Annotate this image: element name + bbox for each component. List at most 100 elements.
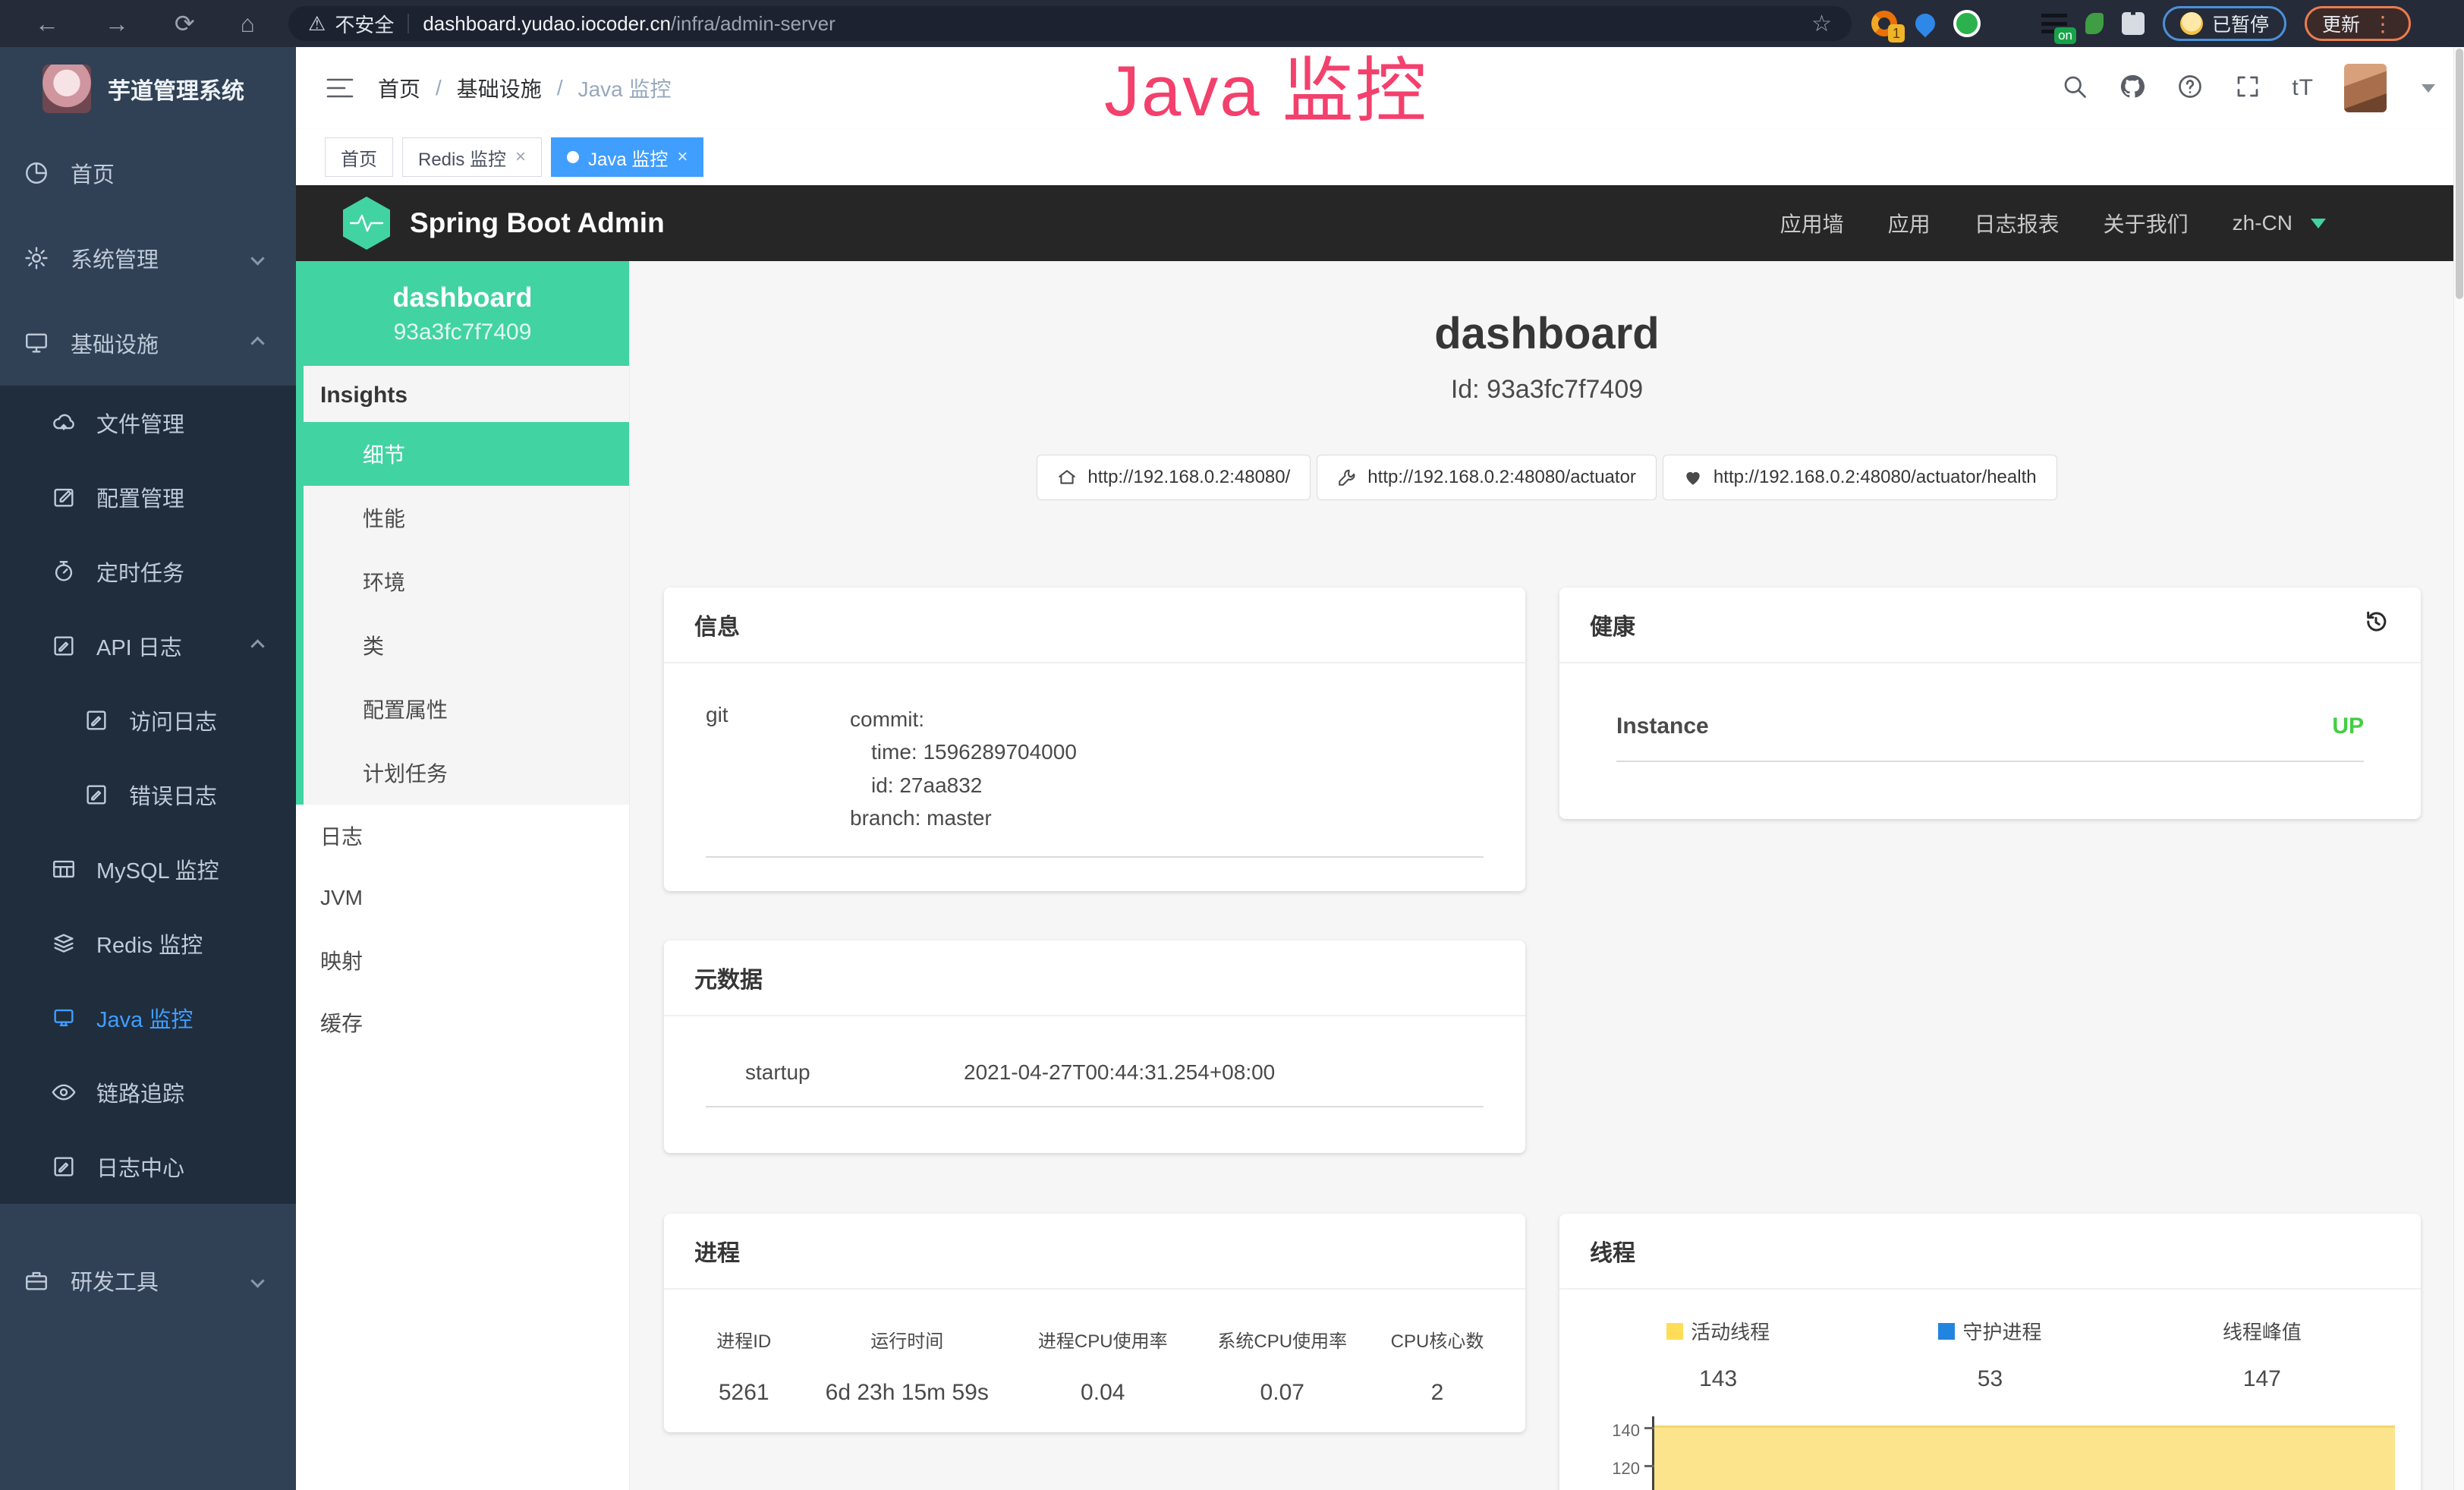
close-icon[interactable]: × (515, 146, 526, 168)
peak-threads-label: 线程峰值 (2223, 1317, 2302, 1345)
breadcrumb-home[interactable]: 首页 (378, 73, 420, 103)
sba-item-details[interactable]: 细节 (304, 422, 629, 486)
sidebar-item-api-log[interactable]: API 日志 (0, 609, 296, 683)
sba-item-mappings[interactable]: 映射 (296, 929, 629, 991)
user-avatar[interactable] (2344, 64, 2387, 112)
metadata-card-title: 元数据 (664, 940, 1525, 1016)
threads-legend: 活动线程 守护进程 线程峰值 (1582, 1317, 2398, 1345)
infra-submenu: 文件管理 配置管理 定时任务 API 日志 访问日志 错误日志 (0, 386, 296, 1204)
process-card-title: 进程 (664, 1214, 1525, 1290)
sidebar-item-dev-tools[interactable]: 研发工具 (0, 1238, 296, 1323)
home-icon[interactable]: ⌂ (241, 10, 255, 38)
sba-item-caches[interactable]: 缓存 (296, 991, 629, 1054)
chevron-down-icon (250, 251, 264, 265)
reload-icon[interactable]: ⟳ (175, 9, 195, 38)
sba-nav-wall[interactable]: 应用墙 (1780, 208, 1844, 238)
puzzle-extension-icon[interactable] (2122, 12, 2145, 35)
sidebar-item-system[interactable]: 系统管理 (0, 216, 296, 301)
sidebar-item-log-center[interactable]: 日志中心 (0, 1129, 296, 1204)
row-divider (1616, 761, 2364, 762)
spring-boot-admin-logo[interactable] (343, 197, 390, 250)
sidebar-item-home[interactable]: 首页 (0, 131, 296, 216)
sidebar-item-trace[interactable]: 链路追踪 (0, 1055, 296, 1129)
leaf-extension-icon[interactable] (2085, 13, 2104, 34)
metadata-row-label: startup (706, 1060, 964, 1085)
fullscreen-icon[interactable] (2234, 73, 2261, 104)
sba-item-jvm[interactable]: JVM (296, 867, 629, 929)
browser-menu-icon[interactable]: ⋮ (2372, 11, 2393, 36)
history-icon[interactable] (2362, 607, 2390, 642)
chevron-up-icon (250, 336, 264, 350)
green-circle-extension-icon[interactable] (1953, 10, 1981, 37)
sidebar-item-access-log[interactable]: 访问日志 (0, 683, 296, 758)
health-url-link[interactable]: http://192.168.0.2:48080/actuator/health (1663, 455, 2057, 500)
sidebar-item-infra[interactable]: 基础设施 (0, 301, 296, 386)
search-icon[interactable] (2061, 73, 2088, 104)
sidebar-item-mysql[interactable]: MySQL 监控 (0, 832, 296, 906)
sidebar-item-file[interactable]: 文件管理 (0, 386, 296, 460)
paused-badge[interactable]: 已暂停 (2163, 6, 2286, 41)
address-bar[interactable]: ⚠ 不安全 dashboard.yudao.iocoder.cn /infra/… (288, 6, 1852, 41)
language-caret-icon[interactable] (2311, 219, 2326, 228)
instance-name: dashboard (392, 282, 532, 313)
forward-icon[interactable]: → (105, 10, 129, 38)
not-secure-warning-icon: ⚠ (308, 12, 326, 36)
tab-java-monitor[interactable]: Java 监控 × (551, 137, 703, 177)
url-host: dashboard.yudao.iocoder.cn (423, 12, 671, 36)
edit-icon (51, 484, 77, 510)
sba-item-logfile[interactable]: 日志 (296, 805, 629, 867)
close-icon[interactable]: × (677, 146, 688, 168)
sba-language-select[interactable]: zh-CN (2233, 211, 2292, 235)
sba-nav-about[interactable]: 关于我们 (2104, 208, 2189, 238)
browser-nav-buttons: ← → ⟳ ⌂ (12, 9, 278, 38)
sba-navbar: Spring Boot Admin 应用墙 应用 日志报表 关于我们 zh-CN (296, 185, 2464, 261)
grid-extension-icon[interactable] (1999, 11, 2023, 36)
sba-brand-title[interactable]: Spring Boot Admin (410, 207, 665, 239)
sba-item-scheduled[interactable]: 计划任务 (304, 741, 629, 805)
avatar-dropdown-caret-icon[interactable] (2422, 84, 2435, 93)
actuator-url-link[interactable]: http://192.168.0.2:48080/actuator (1317, 455, 1657, 500)
metadata-card: 元数据 startup 2021-04-27T00:44:31.254+08:0… (664, 940, 1525, 1153)
sba-item-env[interactable]: 环境 (304, 550, 629, 613)
help-icon[interactable] (2176, 73, 2204, 104)
tab-home[interactable]: 首页 (325, 137, 393, 177)
pin-extension-icon[interactable] (1915, 14, 1935, 33)
active-threads-legend-swatch (1666, 1323, 1683, 1340)
sba-item-metrics[interactable]: 性能 (304, 486, 629, 550)
list-extension-icon[interactable]: on (2041, 14, 2067, 33)
breadcrumb-infra[interactable]: 基础设施 (457, 73, 542, 103)
sidebar-item-config[interactable]: 配置管理 (0, 460, 296, 534)
font-size-icon[interactable]: tT (2292, 75, 2314, 101)
sidebar-item-error-log[interactable]: 错误日志 (0, 758, 296, 832)
sba-nav-applications[interactable]: 应用 (1888, 208, 1931, 238)
active-tab-dot (567, 151, 579, 163)
sidebar-item-redis[interactable]: Redis 监控 (0, 906, 296, 981)
update-browser-button[interactable]: 更新 ⋮ (2305, 6, 2411, 41)
service-url-link[interactable]: http://192.168.0.2:48080/ (1037, 455, 1311, 500)
sba-nav-journal[interactable]: 日志报表 (1975, 208, 2060, 238)
emoji-face-icon (2180, 12, 2203, 35)
sba-item-classes[interactable]: 类 (304, 613, 629, 677)
orange-extension-icon[interactable]: 1 (1871, 11, 1897, 36)
hamburger-icon[interactable] (325, 75, 355, 101)
table-icon (51, 856, 77, 882)
instance-header[interactable]: dashboard 93a3fc7f7409 (296, 261, 629, 366)
tab-redis-monitor[interactable]: Redis 监控 × (402, 137, 542, 177)
threads-values: 143 53 147 (1582, 1366, 2398, 1392)
back-icon[interactable]: ← (35, 10, 59, 38)
page-scrollbar[interactable] (2453, 47, 2464, 1490)
info-card-title: 信息 (664, 587, 1525, 663)
update-label: 更新 (2322, 10, 2360, 37)
daemon-threads-legend-swatch (1938, 1323, 1955, 1340)
dashboard-icon (24, 160, 49, 186)
sidebar-item-java[interactable]: Java 监控 (0, 981, 296, 1055)
bookmark-star-icon[interactable]: ☆ (1811, 11, 1832, 37)
insights-group: Insights 细节 性能 环境 类 配置属性 计划任务 (296, 366, 629, 805)
github-icon[interactable] (2119, 73, 2146, 104)
home-icon (1057, 468, 1077, 487)
process-table-row: 5261 6d 23h 15m 59s 0.04 0.07 2 (687, 1380, 1503, 1406)
url-path: /infra/admin-server (671, 12, 835, 36)
scrollbar-thumb[interactable] (2456, 49, 2463, 299)
sba-item-configprops[interactable]: 配置属性 (304, 677, 629, 741)
sidebar-item-job[interactable]: 定时任务 (0, 534, 296, 609)
